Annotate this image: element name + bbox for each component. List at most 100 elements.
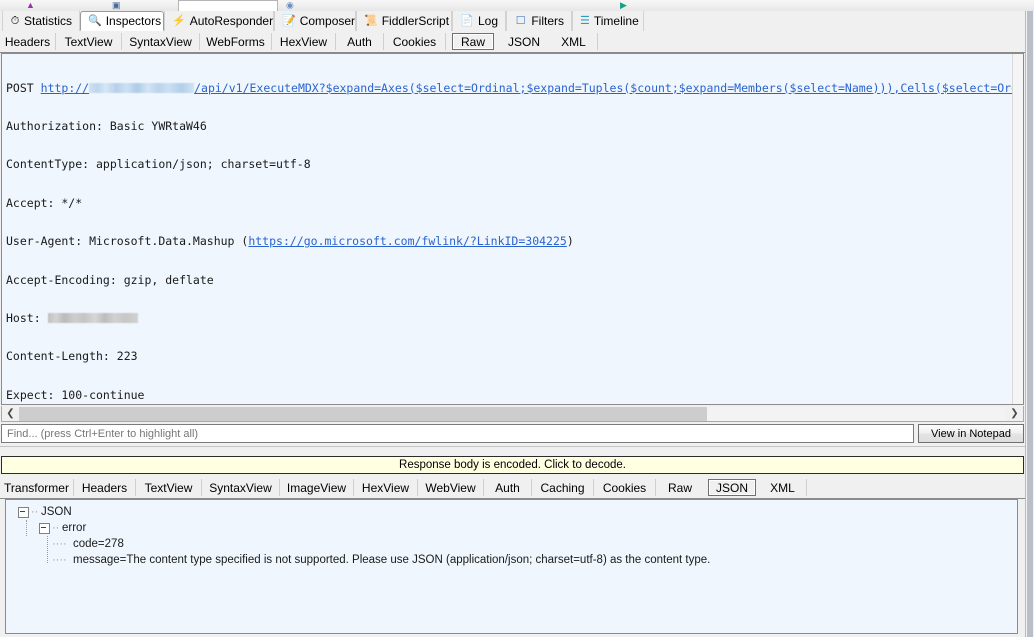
request-tab-headers[interactable]: Headers bbox=[0, 33, 56, 50]
response-tab-xml[interactable]: XML bbox=[759, 479, 807, 496]
pane-splitter[interactable] bbox=[0, 446, 1034, 456]
tab-label: Headers bbox=[4, 34, 51, 49]
tab-label: JSON bbox=[715, 480, 748, 495]
main-tab-statistics[interactable]: ⏱ Statistics bbox=[2, 11, 80, 31]
scroll-right-arrow-icon[interactable]: ❯ bbox=[1006, 406, 1023, 421]
json-tree-error-label: error bbox=[62, 522, 87, 534]
user-agent-suffix: ) bbox=[566, 234, 574, 249]
tree-branch-icon: ···· bbox=[52, 554, 67, 566]
response-tab-hexview[interactable]: HexView bbox=[354, 479, 418, 496]
scroll-left-arrow-icon[interactable]: ❮ bbox=[2, 406, 19, 421]
scroll-track[interactable] bbox=[19, 406, 1006, 421]
response-tab-cookies[interactable]: Cookies bbox=[594, 479, 656, 496]
response-encoded-banner[interactable]: Response body is encoded. Click to decod… bbox=[1, 456, 1024, 474]
response-tab-webview[interactable]: WebView bbox=[418, 479, 484, 496]
tab-label: Raw bbox=[667, 480, 692, 495]
main-tab-label: Inspectors bbox=[105, 14, 162, 28]
fiddler-window: ▲ ▣ ◉ ▶ ⏱ Statistics 🔍 Inspectors ⚡ Auto… bbox=[0, 0, 1034, 637]
json-tree-leaf-message[interactable]: ···· message=The content type specified … bbox=[14, 552, 710, 568]
response-json-tree-pane[interactable]: ·· JSON ·· error ···· code=278 ···· mess… bbox=[5, 499, 1018, 634]
collapse-toggle-icon[interactable] bbox=[18, 506, 29, 518]
toolbar-icon-globe[interactable]: ◉ bbox=[286, 0, 294, 11]
url-path[interactable]: /api/v1/ExecuteMDX?$expand=Axes($select=… bbox=[194, 81, 1023, 95]
request-raw-text: POST http:// /api/v1/ExecuteMDX?$expand=A… bbox=[6, 56, 1023, 404]
request-tab-raw[interactable]: Raw bbox=[452, 33, 494, 50]
tree-dash-icon: ·· bbox=[31, 506, 39, 518]
header-authorization: Authorization: Basic YWRtaW46 bbox=[6, 118, 207, 133]
tab-label: SyntaxView bbox=[129, 34, 192, 49]
request-tab-cookies[interactable]: Cookies bbox=[384, 33, 446, 50]
request-tab-textview[interactable]: TextView bbox=[56, 33, 122, 50]
tab-label: XML bbox=[561, 34, 586, 49]
redacted-host-value bbox=[47, 312, 138, 323]
request-pane-vertical-scrollbar[interactable] bbox=[1012, 54, 1023, 404]
response-tab-imageview[interactable]: ImageView bbox=[280, 479, 354, 496]
header-content-length: Content-Length: 223 bbox=[6, 349, 138, 364]
tab-label: Auth bbox=[347, 34, 372, 49]
response-tab-textview[interactable]: TextView bbox=[136, 479, 202, 496]
request-tab-hexview[interactable]: HexView bbox=[272, 33, 336, 50]
request-tab-auth[interactable]: Auth bbox=[336, 33, 384, 50]
main-tab-inspectors[interactable]: 🔍 Inspectors bbox=[80, 11, 164, 31]
tab-label: Raw bbox=[460, 34, 485, 49]
http-method: POST bbox=[6, 80, 34, 95]
response-tab-caching[interactable]: Caching bbox=[532, 479, 594, 496]
collapse-toggle-icon[interactable] bbox=[39, 522, 50, 534]
request-tab-xml[interactable]: XML bbox=[550, 33, 598, 50]
json-tree-message-label: message=The content type specified is no… bbox=[73, 554, 711, 566]
request-tab-webforms[interactable]: WebForms bbox=[200, 33, 272, 50]
header-contenttype: ContentType: application/json; charset=u… bbox=[6, 157, 311, 172]
find-row: Find... (press Ctrl+Enter to highlight a… bbox=[1, 424, 1024, 443]
request-line: POST http:// /api/v1/ExecuteMDX?$expand=A… bbox=[6, 80, 1023, 95]
main-tab-filters[interactable]: ☐ Filters bbox=[506, 11, 572, 31]
json-tree-node-error[interactable]: ·· error bbox=[14, 520, 710, 536]
main-tab-fiddlerscript[interactable]: 📜 FiddlerScript bbox=[356, 11, 452, 31]
header-accept: Accept: */* bbox=[6, 195, 83, 210]
tab-label: WebView bbox=[425, 480, 476, 495]
header-user-agent: User-Agent: Microsoft.Data.Mashup (https… bbox=[6, 234, 1023, 249]
main-tab-bar: ⏱ Statistics 🔍 Inspectors ⚡ AutoResponde… bbox=[0, 11, 1034, 32]
tab-label: ImageView bbox=[286, 480, 347, 495]
response-tab-transformer[interactable]: Transformer bbox=[0, 479, 74, 496]
tab-label: XML bbox=[770, 480, 795, 495]
tab-label: Headers bbox=[81, 480, 128, 495]
request-tab-syntaxview[interactable]: SyntaxView bbox=[122, 33, 200, 50]
response-tab-headers[interactable]: Headers bbox=[74, 479, 136, 496]
toolbar-icon-save[interactable]: ▣ bbox=[112, 0, 121, 11]
host-label: Host: bbox=[6, 310, 48, 325]
tab-label: Transformer bbox=[4, 480, 69, 495]
window-scroll-thumb[interactable] bbox=[1027, 11, 1033, 637]
response-tab-syntaxview[interactable]: SyntaxView bbox=[202, 479, 280, 496]
response-tab-raw[interactable]: Raw bbox=[656, 479, 704, 496]
response-tab-json[interactable]: JSON bbox=[708, 479, 756, 496]
response-tab-auth[interactable]: Auth bbox=[484, 479, 532, 496]
request-pane-horizontal-scrollbar[interactable]: ❮ ❯ bbox=[1, 406, 1024, 422]
main-tab-autoresponder[interactable]: ⚡ AutoResponder bbox=[164, 11, 274, 31]
main-tab-timeline[interactable]: ☰ Timeline bbox=[572, 11, 644, 31]
log-lines-icon: 📄 bbox=[460, 14, 474, 27]
main-tab-log[interactable]: 📄 Log bbox=[452, 11, 506, 31]
json-tree-root-label: JSON bbox=[41, 506, 72, 518]
scroll-thumb[interactable] bbox=[19, 406, 707, 421]
toolbar-icon-right[interactable]: ▶ bbox=[620, 0, 627, 11]
main-tab-composer[interactable]: 📝 Composer bbox=[274, 11, 356, 31]
tab-label: TextView bbox=[144, 480, 193, 495]
user-agent-link[interactable]: https://go.microsoft.com/fwlink/?LinkID=… bbox=[248, 234, 567, 248]
json-tree-node-root[interactable]: ·· JSON bbox=[14, 504, 710, 520]
request-raw-pane[interactable]: POST http:// /api/v1/ExecuteMDX?$expand=A… bbox=[1, 53, 1024, 405]
main-tab-label: Composer bbox=[299, 14, 356, 28]
main-tab-label: Log bbox=[477, 14, 498, 28]
main-tab-label: FiddlerScript bbox=[381, 14, 450, 28]
magnifier-icon: 🔍 bbox=[88, 14, 102, 27]
request-tab-json[interactable]: JSON bbox=[498, 33, 550, 50]
view-in-notepad-button[interactable]: View in Notepad bbox=[918, 424, 1024, 443]
main-tab-label: Filters bbox=[531, 14, 564, 28]
url-scheme[interactable]: http:// bbox=[41, 81, 89, 95]
toolbar-icon-a[interactable]: ▲ bbox=[26, 0, 35, 11]
tab-label: Cookies bbox=[392, 34, 437, 49]
find-input[interactable]: Find... (press Ctrl+Enter to highlight a… bbox=[1, 424, 914, 443]
json-tree-leaf-code[interactable]: ···· code=278 bbox=[14, 536, 710, 552]
tab-label: SyntaxView bbox=[209, 480, 272, 495]
window-vertical-scrollbar[interactable] bbox=[1025, 11, 1034, 637]
main-tab-label: Timeline bbox=[593, 14, 639, 28]
